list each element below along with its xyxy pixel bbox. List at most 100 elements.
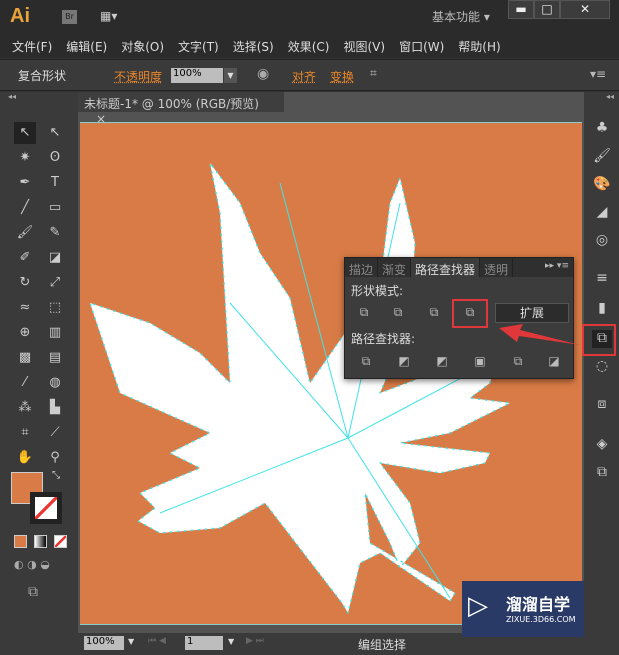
dock-collapse-icon[interactable]: ◂◂ [606, 92, 614, 101]
pathfinders-label: 路径查找器: [351, 332, 416, 346]
gradient-mode-icon[interactable] [34, 535, 47, 548]
menu-help[interactable]: 帮助(H) [456, 34, 506, 58]
bridge-button[interactable]: Br [62, 10, 77, 24]
intersect-icon[interactable]: ⧉ [425, 305, 443, 321]
menu-object[interactable]: 对象(O) [119, 34, 170, 58]
menu-window[interactable]: 窗口(W) [397, 34, 450, 58]
brushes-icon[interactable]: 🖌 [592, 148, 612, 166]
paintbrush-tool-icon[interactable]: 🖌 [14, 222, 36, 244]
swap-colors-icon[interactable]: ⤡ [52, 470, 60, 481]
transform-panel-icon[interactable]: ⧈ [592, 396, 612, 414]
magic-wand-tool-icon[interactable]: ✷ [14, 147, 36, 169]
watermark-url: ZIXUE.3D66.COM [506, 615, 576, 624]
lasso-tool-icon[interactable]: ʘ [44, 147, 66, 169]
zoom-dropdown-icon[interactable]: ▼ [128, 637, 134, 646]
isolate-icon[interactable]: ⌗ [370, 66, 377, 81]
trim-icon[interactable]: ◩ [395, 354, 413, 370]
blend-tool-icon[interactable]: ◍ [44, 372, 66, 394]
free-transform-tool-icon[interactable]: ⬚ [44, 297, 66, 319]
appearance-icon[interactable]: ◎ [592, 232, 612, 250]
opacity-label[interactable]: 不透明度 [114, 68, 162, 85]
eraser-tool-icon[interactable]: ◪ [44, 247, 66, 269]
gradient-tool-icon[interactable]: ▤ [44, 347, 66, 369]
menu-view[interactable]: 视图(V) [341, 34, 391, 58]
opacity-input[interactable]: 100% [171, 68, 223, 83]
stroke-swatch[interactable] [30, 492, 62, 524]
tab-pathfinder[interactable]: 路径查找器 [411, 258, 481, 277]
tab-transparency[interactable]: 透明 [480, 258, 514, 277]
artboards-icon[interactable]: ⧉ [592, 464, 612, 482]
tab-gradient[interactable]: 渐变 [378, 258, 412, 277]
page-dropdown-icon[interactable]: ▼ [228, 637, 234, 646]
pencil-tool-icon[interactable]: ✎ [44, 222, 66, 244]
maximize-button[interactable]: □ [534, 0, 560, 19]
symbols-icon[interactable]: ♣ [592, 120, 612, 138]
artboard-tool-icon[interactable]: ⌗ [14, 422, 36, 444]
scale-tool-icon[interactable]: ⤢ [44, 272, 66, 294]
layers-icon[interactable]: ◈ [592, 436, 612, 454]
transform-link[interactable]: 变换 [330, 68, 354, 85]
rectangle-tool-icon[interactable]: ▭ [44, 197, 66, 219]
unite-icon[interactable]: ⧉ [355, 305, 373, 321]
menu-effect[interactable]: 效果(C) [286, 34, 336, 58]
type-tool-icon[interactable]: T [44, 172, 66, 194]
minus-back-icon[interactable]: ◪ [545, 354, 563, 370]
document-tab[interactable]: 未标题-1* @ 100% (RGB/预览) × [78, 92, 284, 126]
page-number-input[interactable]: 1 [185, 636, 223, 650]
width-tool-icon[interactable]: ≈ [14, 297, 36, 319]
direct-selection-tool-icon[interactable]: ↖ [44, 122, 66, 144]
minus-front-icon[interactable]: ⧉ [389, 305, 407, 321]
minimize-button[interactable]: ▬ [508, 0, 534, 19]
zoom-tool-icon[interactable]: ⚲ [44, 447, 66, 469]
zoom-level-input[interactable]: 100% [84, 636, 124, 650]
rotate-tool-icon[interactable]: ↻ [14, 272, 36, 294]
next-page-icon[interactable]: ▶ ⏭ [246, 636, 264, 646]
color-mode-icon[interactable] [14, 535, 27, 548]
pen-tool-icon[interactable]: ✒ [14, 172, 36, 194]
slice-tool-icon[interactable]: ⟋ [44, 422, 66, 444]
gradient-panel-icon[interactable]: ▮ [592, 300, 612, 318]
pathfinder-panel-icon[interactable]: ⧉ [592, 330, 612, 348]
opacity-dropdown[interactable]: ▼ [224, 68, 237, 83]
eyedropper-tool-icon[interactable]: ⁄ [14, 372, 36, 394]
exclude-overlap-icon[interactable]: ⧉ [461, 305, 479, 321]
workspace-switcher[interactable]: 基本功能 ▾ [432, 8, 490, 25]
panel-options-icon[interactable]: ▸▸ ▾≡ [541, 258, 573, 277]
symbol-sprayer-tool-icon[interactable]: ⁂ [14, 397, 36, 419]
line-tool-icon[interactable]: ╱ [14, 197, 36, 219]
workspace-label: 基本功能 [432, 10, 481, 24]
close-button[interactable]: ✕ [560, 0, 610, 19]
arrange-documents-icon[interactable]: ▦▾ [100, 9, 128, 24]
align-link[interactable]: 对齐 [292, 68, 316, 85]
menu-edit[interactable]: 编辑(E) [64, 34, 113, 58]
graph-tool-icon[interactable]: ▙ [44, 397, 66, 419]
drawing-modes-icon[interactable]: ◐ ◑ ◒ [14, 558, 50, 571]
hand-tool-icon[interactable]: ✋ [14, 447, 36, 469]
divide-icon[interactable]: ⧉ [357, 354, 375, 370]
none-mode-icon[interactable] [54, 535, 67, 548]
play-logo-icon: ▷ [468, 591, 488, 621]
menu-select[interactable]: 选择(S) [231, 34, 280, 58]
panel-menu-icon[interactable]: ▾≡ [590, 67, 606, 81]
tab-stroke[interactable]: 描边 [345, 258, 379, 277]
shape-builder-tool-icon[interactable]: ⊕ [14, 322, 36, 344]
transparency-icon[interactable]: ◌ [592, 358, 612, 376]
menu-file[interactable]: 文件(F) [10, 34, 58, 58]
mesh-tool-icon[interactable]: ▩ [14, 347, 36, 369]
menu-type[interactable]: 文字(T) [176, 34, 225, 58]
merge-icon[interactable]: ◩ [433, 354, 451, 370]
swatches-icon[interactable]: 🎨 [592, 176, 612, 194]
perspective-grid-tool-icon[interactable]: ▥ [44, 322, 66, 344]
watermark-logo: ▷ 溜溜自学 ZIXUE.3D66.COM [462, 581, 584, 637]
stroke-panel-icon[interactable]: ≡ [592, 270, 612, 288]
selection-tool-icon[interactable]: ↖ [14, 122, 36, 144]
outline-icon[interactable]: ⧉ [509, 354, 527, 370]
collapse-icon[interactable]: ◂◂ [8, 92, 16, 101]
graphic-styles-icon[interactable]: ◢ [592, 204, 612, 222]
menu-bar: 文件(F) 编辑(E) 对象(O) 文字(T) 选择(S) 效果(C) 视图(V… [0, 34, 619, 58]
first-page-icon[interactable]: ⏮ ◀ [148, 636, 166, 646]
crop-icon[interactable]: ▣ [471, 354, 489, 370]
blob-brush-tool-icon[interactable]: ✐ [14, 247, 36, 269]
screen-mode-icon[interactable]: ⧉ [28, 584, 38, 600]
recolor-icon[interactable]: ◉ [257, 66, 269, 82]
